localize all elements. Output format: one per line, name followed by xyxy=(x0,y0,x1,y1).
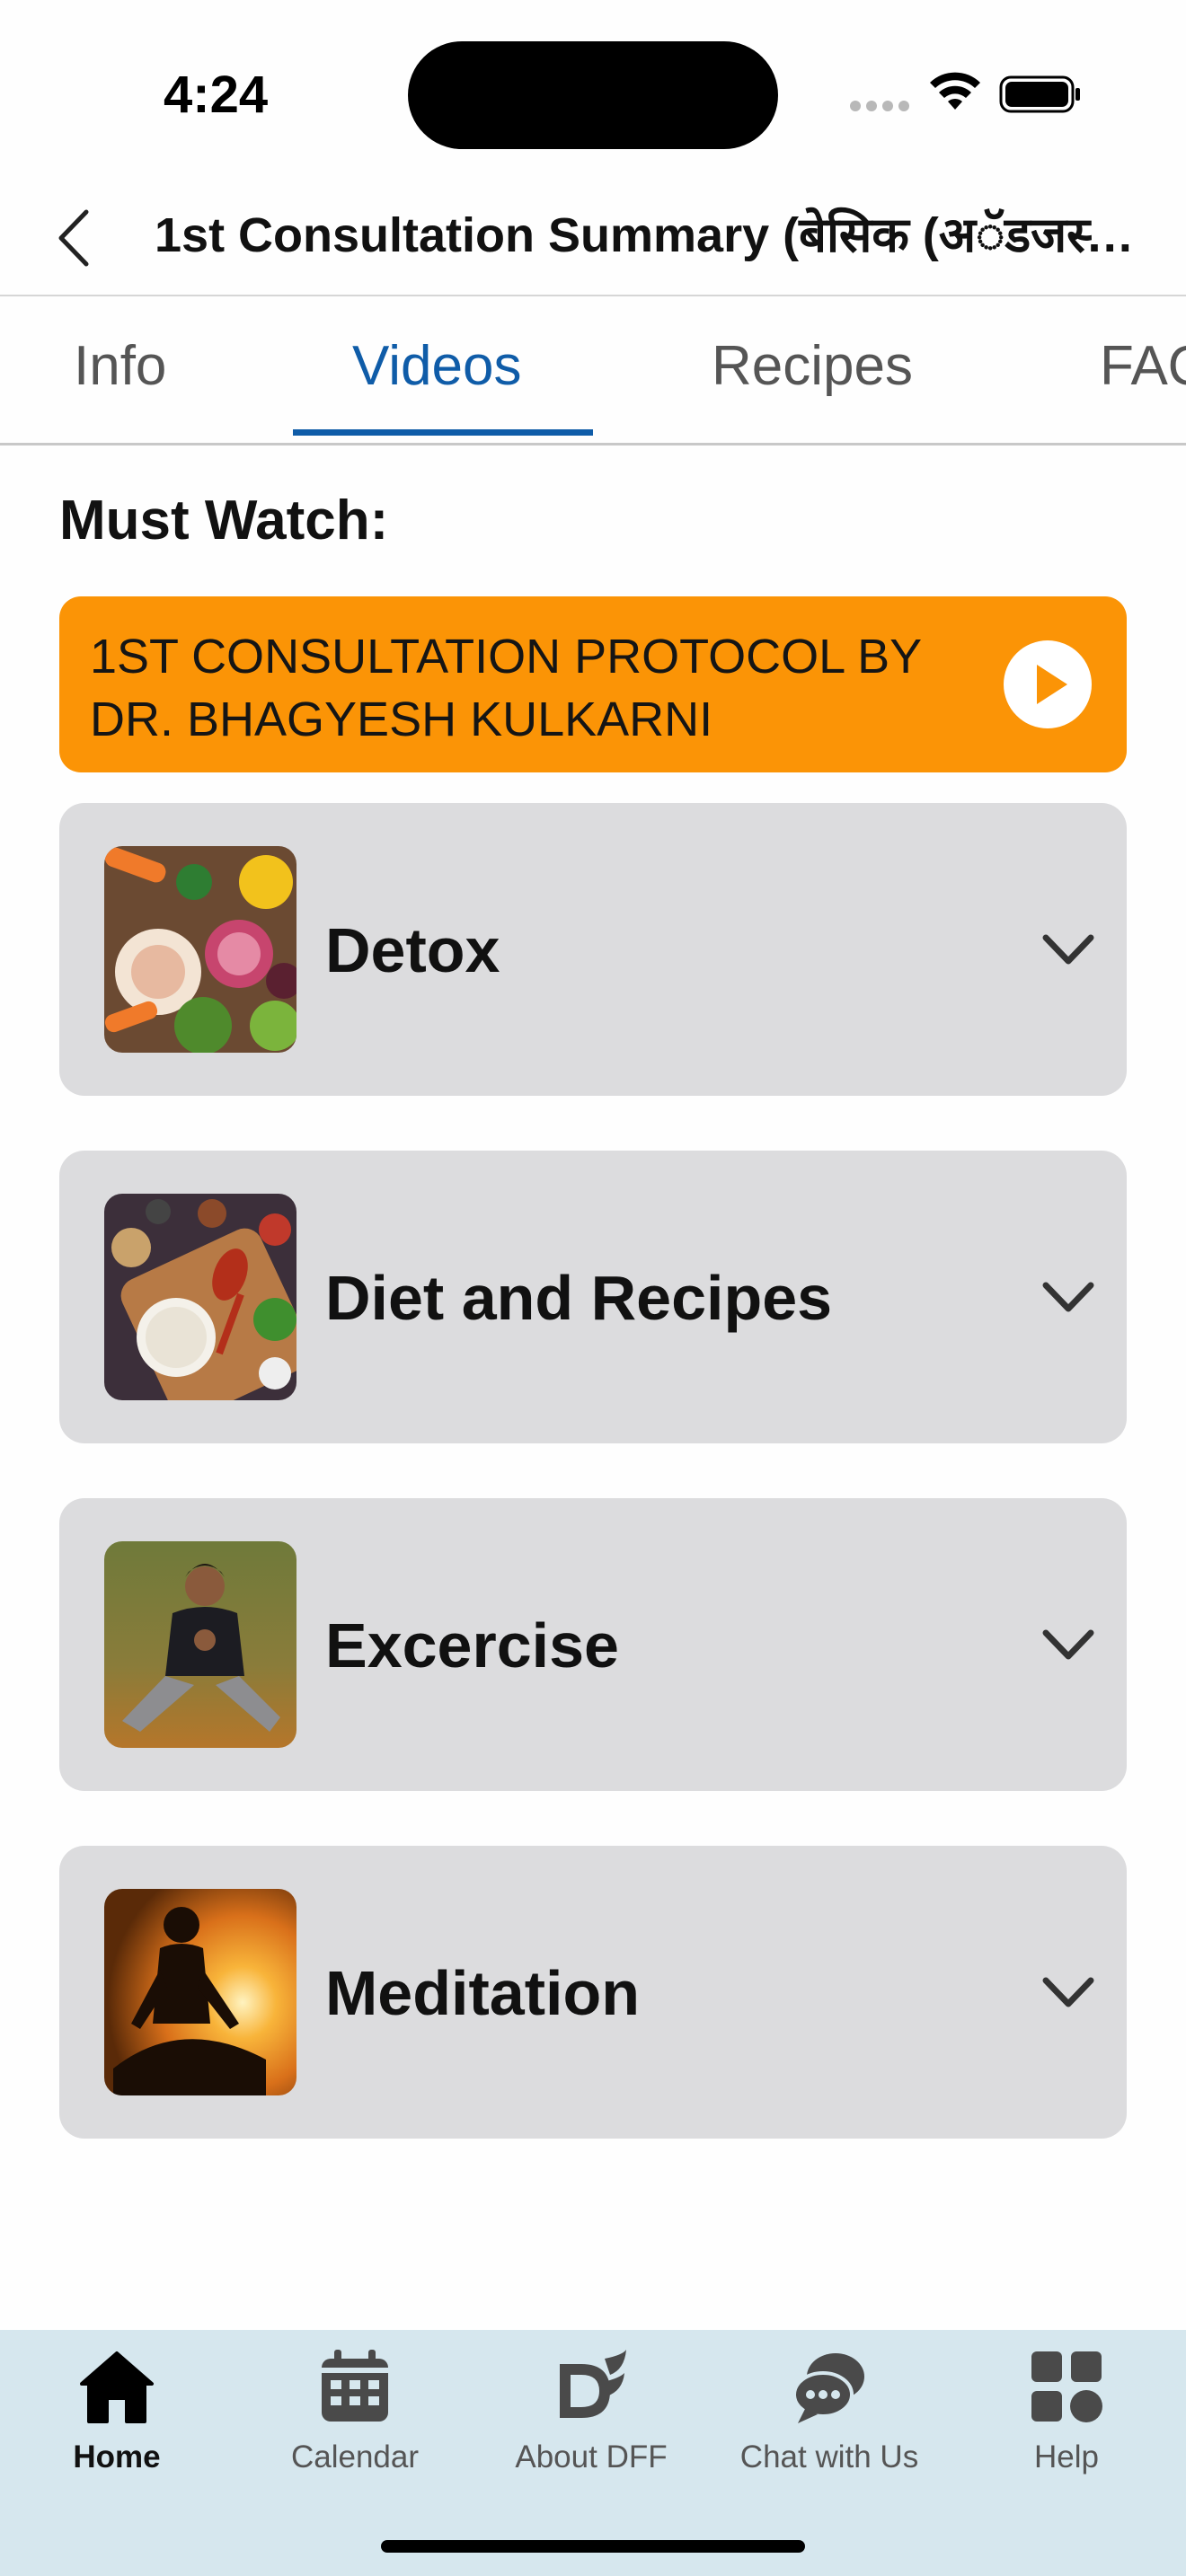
bottom-nav-calendar[interactable]: Calendar xyxy=(243,2346,467,2490)
category-card-diet-and-recipes[interactable]: Diet and Recipes xyxy=(59,1151,1127,1443)
bottom-nav-label: Home xyxy=(73,2439,161,2475)
active-tab-indicator xyxy=(293,429,593,436)
battery-icon xyxy=(999,75,1080,113)
calendar-icon xyxy=(322,2350,388,2422)
status-time: 4:24 xyxy=(164,66,269,124)
bottom-nav-chat[interactable]: Chat with Us xyxy=(717,2346,942,2490)
chevron-down-icon xyxy=(1042,1282,1094,1312)
dff-logo-icon xyxy=(560,2350,626,2418)
category-label: Meditation xyxy=(325,1958,640,2028)
play-circle-icon xyxy=(1004,640,1092,728)
tab-videos[interactable]: Videos xyxy=(352,334,521,398)
excercise-thumbnail xyxy=(104,1541,296,1748)
category-card-excercise[interactable]: Excercise xyxy=(59,1498,1127,1791)
category-label: Diet and Recipes xyxy=(325,1263,833,1333)
home-indicator xyxy=(381,2540,805,2553)
chevron-down-icon xyxy=(1042,1629,1094,1660)
category-label: Excercise xyxy=(325,1610,619,1681)
category-label: Detox xyxy=(325,915,500,985)
wifi-icon xyxy=(930,72,980,110)
navigation-bar: 1st Consultation Summary (बेसिक (अॅडजस्ट… xyxy=(0,180,1186,296)
bottom-nav-help[interactable]: Help xyxy=(954,2346,1179,2490)
status-bar: 4:24 xyxy=(0,0,1186,180)
back-chevron-icon[interactable] xyxy=(52,207,97,269)
page-title: 1st Consultation Summary (बेसिक (अॅडजस्ट… xyxy=(155,208,1143,262)
tab-bar: Info Videos Recipes FAQ xyxy=(0,298,1186,446)
bottom-nav-label: About DFF xyxy=(515,2439,668,2475)
chevron-down-icon xyxy=(1042,934,1094,965)
category-card-detox[interactable]: Detox xyxy=(59,803,1127,1096)
dynamic-island xyxy=(408,41,778,149)
bottom-nav-about-dff[interactable]: About DFF xyxy=(479,2346,704,2490)
grid-icon xyxy=(1031,2351,1102,2422)
section-heading: Must Watch: xyxy=(59,490,389,551)
bottom-nav-label: Chat with Us xyxy=(739,2439,919,2475)
bottom-nav-label: Calendar xyxy=(290,2439,420,2475)
chat-icon xyxy=(792,2353,864,2423)
cellular-signal-icon xyxy=(850,101,909,111)
bottom-tab-bar: Home Calendar About DFF Chat with Us Hel… xyxy=(0,2330,1186,2576)
must-watch-video-button[interactable]: 1ST CONSULTATION PROTOCOL BY DR. BHAGYES… xyxy=(59,596,1127,772)
tab-faq[interactable]: FAQ xyxy=(1100,334,1186,398)
chevron-down-icon xyxy=(1042,1977,1094,2007)
category-card-meditation[interactable]: Meditation xyxy=(59,1846,1127,2139)
bottom-nav-home[interactable]: Home xyxy=(4,2346,229,2490)
tab-info[interactable]: Info xyxy=(74,334,166,398)
must-watch-label: 1ST CONSULTATION PROTOCOL BY DR. BHAGYES… xyxy=(90,630,922,746)
home-icon xyxy=(80,2351,154,2423)
bottom-nav-label: Help xyxy=(1034,2439,1099,2475)
detox-thumbnail xyxy=(104,846,296,1053)
diet-and-recipes-thumbnail xyxy=(104,1194,296,1400)
meditation-thumbnail xyxy=(104,1889,296,2095)
tab-recipes[interactable]: Recipes xyxy=(712,334,913,398)
